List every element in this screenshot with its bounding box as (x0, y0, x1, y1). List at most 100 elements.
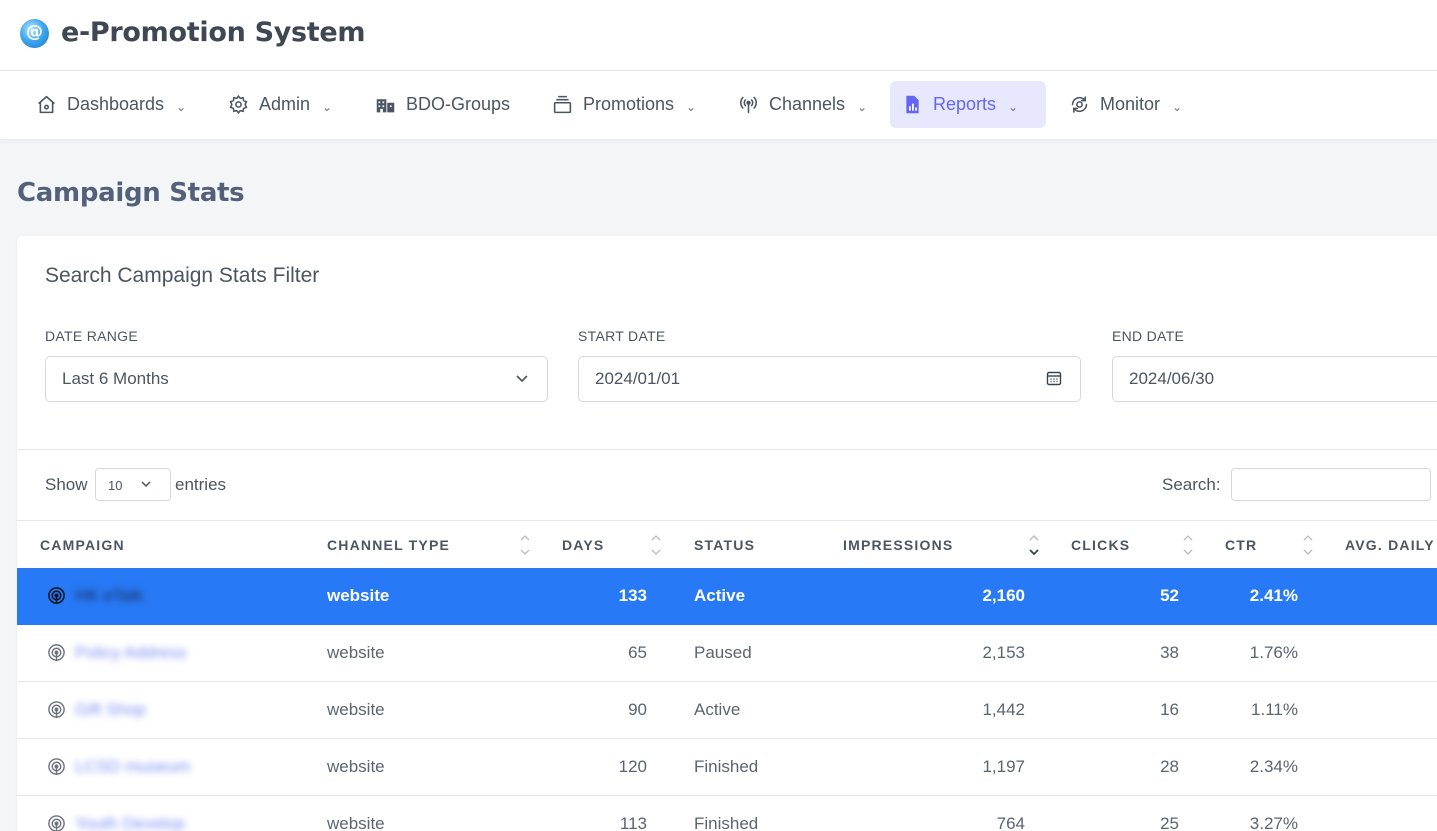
app-logo-icon[interactable] (20, 19, 49, 48)
filter-title: Search Campaign Stats Filter (45, 264, 320, 287)
sort-icon[interactable] (1183, 532, 1193, 558)
campaign-icon (48, 644, 65, 662)
nav-label: Channels (769, 94, 846, 114)
nav-label: Dashboards (67, 94, 165, 114)
page-length-value: 10 (108, 478, 123, 493)
nav-item-monitor[interactable]: Monitor ⌄ (1057, 81, 1194, 128)
end-date-label: END DATE (1112, 328, 1185, 344)
divider (17, 449, 1437, 450)
campaign-name-link[interactable]: LCSD museum (75, 757, 190, 777)
column-header-status[interactable]: STATUS (694, 537, 755, 553)
date-range-label: DATE RANGE (45, 328, 138, 344)
sort-descending-icon[interactable] (1029, 532, 1039, 558)
nav-label: Promotions (583, 94, 675, 114)
impressions-cell: 1,197 (982, 757, 1025, 776)
column-header-days[interactable]: DAYS (562, 537, 604, 553)
search-input[interactable] (1231, 468, 1431, 501)
show-label: Show (45, 475, 88, 494)
impressions-cell: 2,160 (982, 586, 1025, 605)
table-row[interactable]: LCSD museum website 120 Finished 1,197 2… (17, 739, 1437, 796)
broadcast-icon (740, 96, 757, 114)
nav-item-dashboards[interactable]: Dashboards ⌄ (24, 81, 198, 128)
clicks-cell: 16 (1160, 700, 1179, 719)
monitor-icon (1071, 96, 1088, 113)
campaign-name-link[interactable]: Youth Develop (75, 814, 185, 831)
column-header-campaign[interactable]: CAMPAIGN (40, 537, 125, 553)
chevron-down-icon (141, 481, 151, 488)
column-header-ctr[interactable]: CTR (1225, 537, 1257, 553)
date-range-value: Last 6 Months (62, 369, 169, 388)
ctr-cell: 1.11% (1251, 700, 1298, 719)
table-row[interactable]: Youth Develop website 113 Finished 764 2… (17, 796, 1437, 831)
search-label: Search: (1162, 475, 1221, 494)
app-title[interactable]: e-Promotion System (61, 17, 366, 48)
column-header-avg-daily[interactable]: AVG. DAILY I (1345, 537, 1437, 553)
status-cell: Paused (694, 643, 752, 662)
home-icon (38, 95, 55, 114)
chevron-down-icon: ⌄ (176, 99, 187, 114)
campaign-name-link[interactable]: HK eTalk (75, 586, 143, 606)
days-cell: 113 (619, 814, 647, 831)
gear-icon (229, 94, 248, 115)
impressions-cell: 2,153 (982, 643, 1025, 662)
sort-icon[interactable] (651, 532, 661, 558)
days-cell: 65 (628, 643, 647, 662)
date-range-select[interactable]: Last 6 Months (45, 356, 548, 402)
chevron-down-icon: ⌄ (857, 99, 868, 114)
campaign-name-link[interactable]: Policy Address (75, 643, 187, 663)
nav-item-channels[interactable]: Channels ⌄ (726, 81, 879, 128)
table-row[interactable]: HK eTalk website 133 Active 2,160 52 2.4… (17, 568, 1437, 625)
nav-label: Admin (259, 94, 311, 114)
nav-label: Reports (933, 94, 997, 114)
days-cell: 90 (628, 700, 647, 719)
campaign-icon (48, 587, 65, 605)
sort-icon[interactable] (520, 532, 530, 558)
ctr-cell: 2.34% (1249, 757, 1298, 776)
page-title: Campaign Stats (17, 178, 245, 208)
ctr-cell: 1.76% (1249, 643, 1298, 662)
sort-icon[interactable] (1303, 532, 1313, 558)
nav-label: BDO-Groups (406, 94, 511, 114)
stack-icon (553, 95, 572, 114)
campaign-icon (48, 758, 65, 776)
impressions-cell: 764 (996, 814, 1025, 831)
ctr-cell: 2.41% (1249, 586, 1298, 605)
top-bar: e-Promotion System (0, 0, 1437, 71)
ctr-cell: 3.27% (1249, 814, 1298, 831)
channel-type-cell: website (327, 586, 390, 605)
start-date-label: START DATE (578, 328, 666, 344)
campaign-name-link[interactable]: Gift Shop (75, 700, 146, 720)
impressions-cell: 1,442 (982, 700, 1025, 719)
start-date-input[interactable]: 2024/01/01 (578, 356, 1081, 402)
days-cell: 133 (618, 586, 647, 605)
main-nav: Dashboards ⌄ Admin ⌄ BDO-Groups Promotio… (0, 71, 1437, 140)
building-icon (376, 99, 395, 113)
status-cell: Finished (694, 757, 759, 776)
campaign-icon (48, 701, 65, 719)
channel-type-cell: website (327, 757, 385, 776)
campaign-icon (48, 815, 65, 831)
channel-type-cell: website (327, 814, 385, 831)
clicks-cell: 28 (1160, 757, 1179, 776)
table-row[interactable]: Policy Address website 65 Paused 2,153 3… (17, 625, 1437, 682)
page-length-select[interactable]: 10 (95, 468, 171, 501)
channel-type-cell: website (327, 643, 385, 662)
table-row[interactable]: Gift Shop website 90 Active 1,442 16 1.1… (17, 682, 1437, 739)
clicks-cell: 25 (1160, 814, 1179, 831)
end-date-input[interactable]: 2024/06/30 (1112, 356, 1437, 402)
entries-label: entries (175, 475, 227, 494)
status-cell: Finished (694, 814, 759, 831)
chevron-down-icon (516, 375, 528, 383)
calendar-icon[interactable] (1046, 370, 1062, 386)
nav-item-bdo-groups[interactable]: BDO-Groups (363, 81, 522, 128)
nav-item-reports[interactable]: Reports ⌄ (890, 81, 1046, 128)
nav-item-admin[interactable]: Admin ⌄ (216, 81, 344, 128)
column-header-clicks[interactable]: CLICKS (1071, 537, 1130, 553)
chevron-down-icon: ⌄ (1172, 99, 1183, 114)
end-date-value: 2024/06/30 (1129, 369, 1215, 388)
column-header-impressions[interactable]: IMPRESSIONS (843, 537, 953, 553)
start-date-value: 2024/01/01 (595, 369, 681, 388)
nav-item-promotions[interactable]: Promotions ⌄ (540, 81, 708, 128)
chevron-down-icon: ⌄ (322, 99, 333, 114)
column-header-channel-type[interactable]: CHANNEL TYPE (327, 537, 450, 553)
